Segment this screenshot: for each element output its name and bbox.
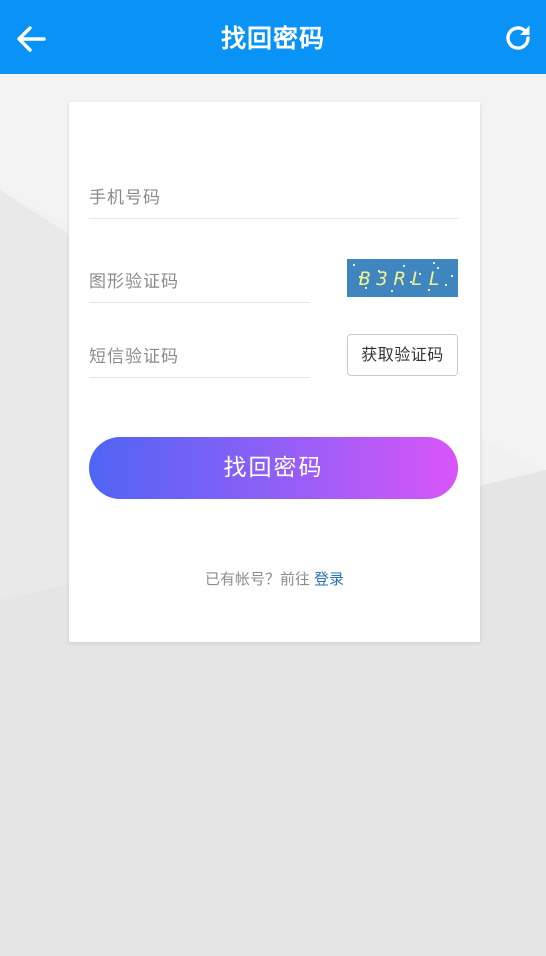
phone-field <box>89 178 458 219</box>
captcha-image[interactable]: B3RLL <box>347 259 458 297</box>
captcha-input[interactable] <box>89 262 310 302</box>
sms-code-field <box>89 337 310 378</box>
sms-code-input[interactable] <box>89 337 310 377</box>
login-link[interactable]: 登录 <box>314 570 344 588</box>
get-sms-code-button[interactable]: 获取验证码 <box>347 334 458 376</box>
login-prompt: 已有帐号？前往 登录 <box>69 568 480 589</box>
page-title: 找回密码 <box>220 24 325 53</box>
top-app-bar: 找回密码 <box>0 0 546 74</box>
refresh-icon[interactable] <box>502 22 534 54</box>
login-prompt-text: 已有帐号？前往 <box>204 570 310 588</box>
captcha-image-text: B3RLL <box>358 268 447 290</box>
captcha-field <box>89 262 310 303</box>
recover-password-button[interactable]: 找回密码 <box>89 437 458 499</box>
recover-password-card: B3RLL 获取验证码 找回密码 已有帐号？前往登录 <box>69 102 480 642</box>
phone-input[interactable] <box>89 178 458 218</box>
